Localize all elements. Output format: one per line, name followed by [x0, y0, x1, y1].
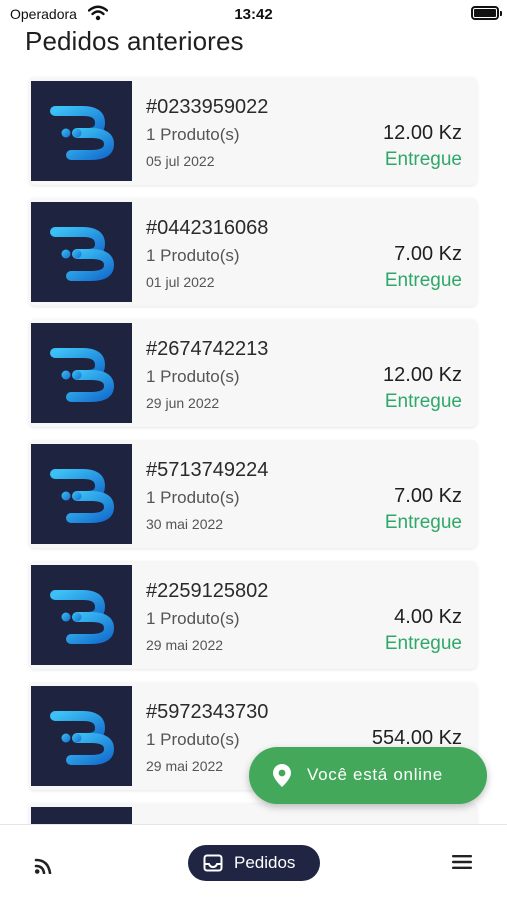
order-price: 12.00 Kz	[383, 122, 462, 144]
store-logo	[31, 565, 132, 665]
order-date: 29 jun 2022	[146, 395, 220, 411]
order-id: #0442316068	[146, 217, 269, 239]
order-date: 01 jul 2022	[146, 274, 215, 290]
order-date: 30 mai 2022	[146, 516, 224, 532]
location-pin-icon	[273, 764, 291, 792]
clock: 13:42	[234, 6, 273, 23]
order-card[interactable]: #2674742213 1 Produto(s) 29 jun 2022 12.…	[29, 319, 477, 427]
order-price: 4.00 Kz	[394, 606, 462, 628]
order-price: 7.00 Kz	[394, 243, 462, 265]
order-id: #5713749224	[146, 459, 269, 481]
order-status: Entregue	[384, 270, 462, 291]
order-product-count: 1 Produto(s)	[146, 488, 240, 507]
order-card[interactable]: #5713749224 1 Produto(s) 30 mai 2022 7.0…	[29, 440, 477, 548]
order-id: #2259125802	[146, 580, 269, 602]
order-product-count: 1 Produto(s)	[146, 125, 240, 144]
page-title: Pedidos anteriores	[25, 26, 244, 56]
order-id: #2674742213	[146, 338, 269, 360]
order-date: 05 jul 2022	[146, 153, 215, 169]
order-product-count: 1 Produto(s)	[146, 609, 240, 628]
order-product-count: 1 Produto(s)	[146, 730, 240, 749]
order-id: #5972343730	[146, 701, 269, 723]
order-status: Entregue	[384, 512, 462, 533]
order-status: Entregue	[384, 149, 462, 170]
nav-orders-tab[interactable]: Pedidos	[188, 845, 320, 881]
status-bar: Operadora 13:42	[0, 0, 507, 28]
online-status-button[interactable]: Você está online	[249, 747, 487, 804]
store-logo	[31, 323, 132, 423]
order-product-count: 1 Produto(s)	[146, 246, 240, 265]
order-price: 7.00 Kz	[394, 485, 462, 507]
store-logo	[31, 81, 132, 181]
order-id: #0233959022	[146, 96, 269, 118]
order-product-count: 1 Produto(s)	[146, 367, 240, 386]
store-logo	[31, 686, 132, 786]
store-logo	[31, 202, 132, 302]
nav-orders-label: Pedidos	[234, 853, 296, 872]
hamburger-menu-icon[interactable]	[452, 854, 472, 875]
bottom-navigation: Pedidos	[0, 824, 507, 900]
order-card[interactable]: #0233959022 1 Produto(s) 05 jul 2022 12.…	[29, 77, 477, 185]
order-price: 12.00 Kz	[383, 364, 462, 386]
order-date: 29 mai 2022	[146, 637, 224, 653]
order-date: 29 mai 2022	[146, 758, 224, 774]
store-logo	[31, 444, 132, 544]
battery-icon	[471, 6, 502, 20]
inbox-icon	[203, 854, 223, 877]
rss-feed-icon[interactable]	[34, 854, 56, 879]
order-card[interactable]: #2259125802 1 Produto(s) 29 mai 2022 4.0…	[29, 561, 477, 669]
order-card[interactable]: #0442316068 1 Produto(s) 01 jul 2022 7.0…	[29, 198, 477, 306]
order-status: Entregue	[384, 633, 462, 654]
order-status: Entregue	[384, 391, 462, 412]
online-status-label: Você está online	[307, 765, 443, 784]
